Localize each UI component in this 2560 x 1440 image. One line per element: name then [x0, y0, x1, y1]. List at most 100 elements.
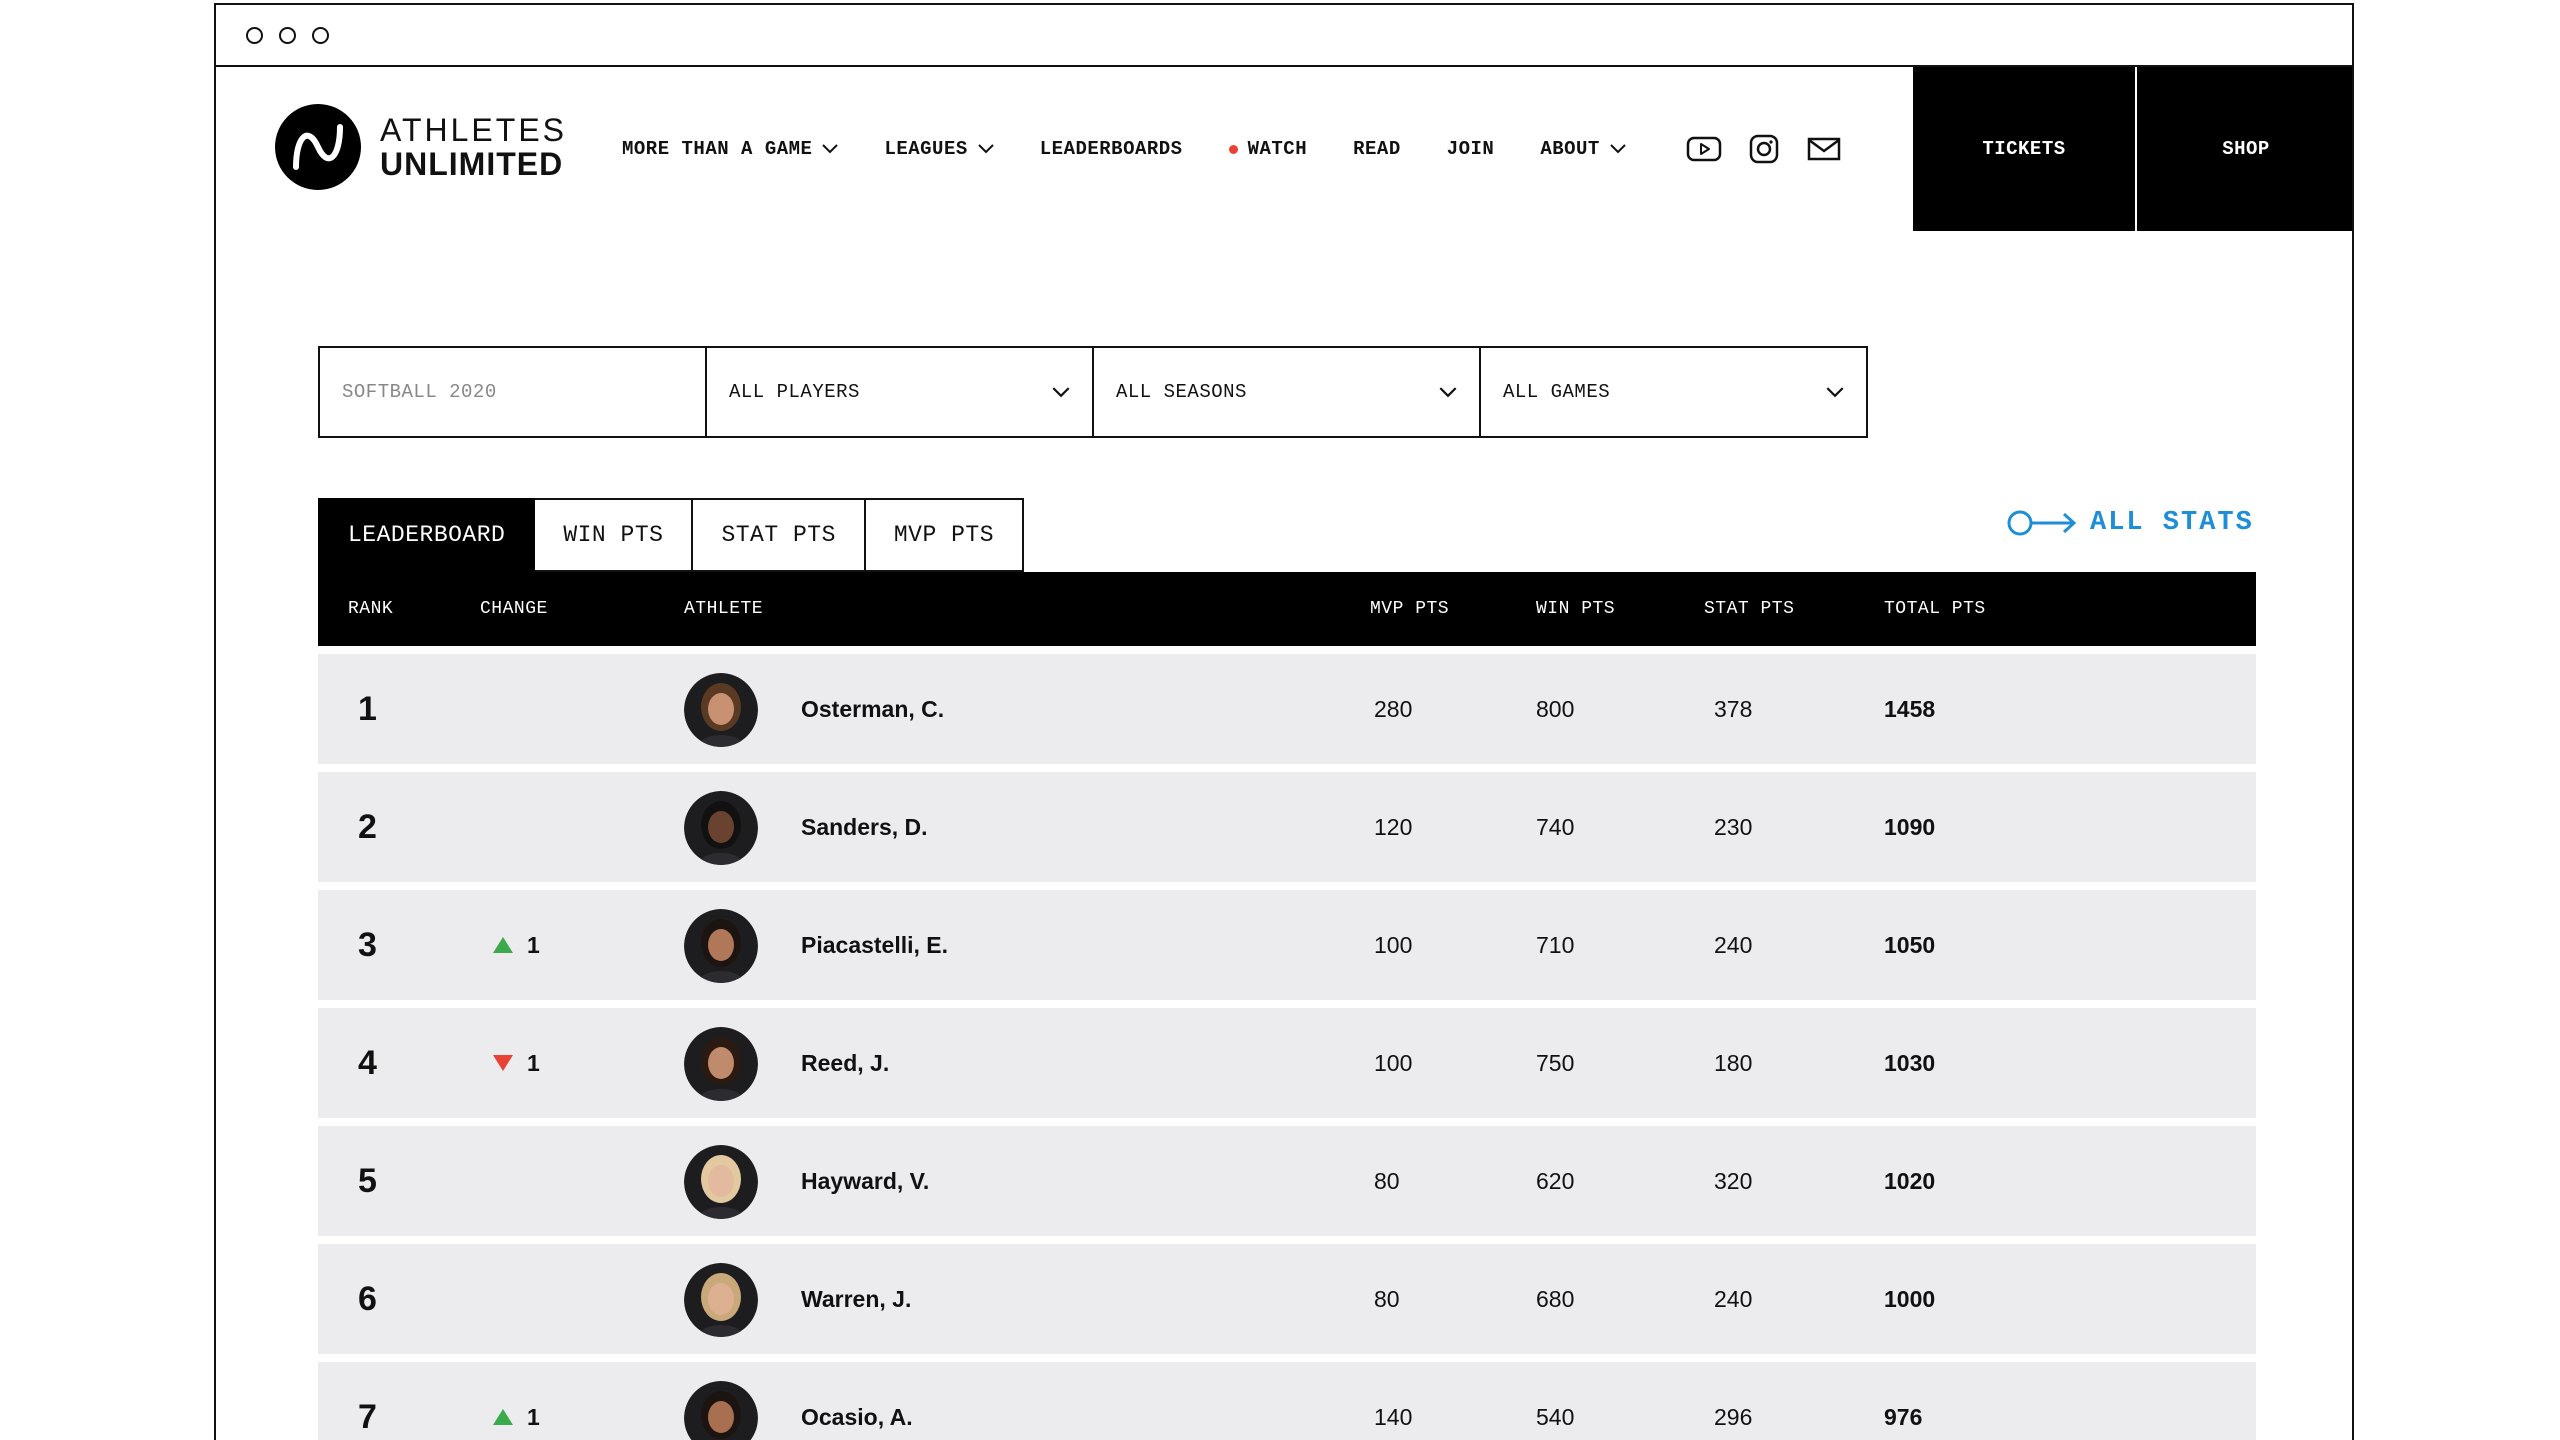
table-row[interactable]: 5 Hayward, V. 80 620 320 1020: [318, 1126, 2256, 1236]
athlete-name[interactable]: Sanders, D.: [801, 772, 928, 882]
table-row[interactable]: 4 1 Reed, J. 100 750 180 1030: [318, 1008, 2256, 1118]
arrow-down-icon: [493, 1055, 513, 1071]
header-win-pts[interactable]: WIN PTS: [1536, 572, 1615, 646]
table-row[interactable]: 7 1 Ocasio, A. 140 540 296 976: [318, 1362, 2256, 1440]
chevron-down-icon: [1052, 386, 1070, 397]
stat-pts-value: 230: [1714, 814, 1753, 840]
nav-about[interactable]: ABOUT: [1540, 138, 1626, 160]
table-row[interactable]: 3 1 Piacastelli, E. 100 710 240 1050: [318, 890, 2256, 1000]
window-control-maximize[interactable]: [312, 26, 329, 44]
athlete-avatar[interactable]: [684, 1381, 758, 1440]
change-value: 1: [527, 932, 540, 958]
tab-win-pts[interactable]: WIN PTS: [535, 498, 694, 572]
nav-label: LEADERBOARDS: [1039, 138, 1183, 160]
tab-stat-pts[interactable]: STAT PTS: [693, 498, 866, 572]
header-change[interactable]: CHANGE: [480, 572, 548, 646]
stat-pts-value: 240: [1714, 932, 1753, 958]
change-indicator: 1: [493, 1008, 540, 1118]
athlete-photo-icon: [684, 791, 758, 865]
athlete-photo-icon: [684, 673, 758, 747]
athlete-name[interactable]: Reed, J.: [801, 1008, 889, 1118]
athlete-name[interactable]: Ocasio, A.: [801, 1362, 913, 1440]
rank-value: 1: [358, 690, 377, 728]
win-pts-value: 740: [1536, 814, 1575, 840]
mail-icon[interactable]: [1806, 134, 1842, 164]
nav-read[interactable]: READ: [1353, 138, 1401, 160]
athlete-avatar[interactable]: [684, 1263, 758, 1337]
athlete-avatar[interactable]: [684, 909, 758, 983]
live-indicator-icon: [1228, 144, 1238, 154]
athlete-avatar[interactable]: [684, 1027, 758, 1101]
athlete-photo-icon: [684, 1263, 758, 1337]
athlete-name[interactable]: Osterman, C.: [801, 654, 944, 764]
arrow-up-icon: [493, 1409, 513, 1425]
rank-value: 2: [358, 808, 377, 846]
athlete-photo-icon: [684, 1381, 758, 1440]
arrow-right-icon: [2007, 510, 2077, 536]
stat-pts-value: 296: [1714, 1404, 1753, 1430]
table-row[interactable]: 1 Osterman, C. 280 800 378 1458: [318, 654, 2256, 764]
win-pts-value: 680: [1536, 1286, 1575, 1312]
table-row[interactable]: 6 Warren, J. 80 680 240 1000: [318, 1244, 2256, 1354]
table-row[interactable]: 2 Sanders, D. 120 740 230 1090: [318, 772, 2256, 882]
athlete-name[interactable]: Piacastelli, E.: [801, 890, 948, 1000]
nav-watch[interactable]: WATCH: [1228, 138, 1308, 160]
shop-button[interactable]: SHOP: [2137, 67, 2352, 231]
athlete-name[interactable]: Hayward, V.: [801, 1126, 929, 1236]
rank-value: 4: [358, 1044, 377, 1082]
tickets-button[interactable]: TICKETS: [1913, 67, 2135, 231]
nav-label: LEAGUES: [884, 138, 968, 160]
header-stat-pts[interactable]: STAT PTS: [1704, 572, 1794, 646]
header-athlete[interactable]: ATHLETE: [684, 572, 763, 646]
brand-line-1: ATHLETES: [380, 112, 567, 148]
header-total-pts[interactable]: TOTAL PTS: [1884, 572, 1986, 646]
nav-join[interactable]: JOIN: [1447, 138, 1495, 160]
athlete-avatar[interactable]: [684, 791, 758, 865]
window-control-close[interactable]: [246, 26, 263, 44]
total-pts-value: 976: [1884, 1404, 1923, 1430]
brand-logo[interactable]: ATHLETES UNLIMITED: [274, 103, 567, 191]
win-pts-value: 710: [1536, 932, 1575, 958]
total-pts-value: 1030: [1884, 1050, 1936, 1076]
nav-label: READ: [1353, 138, 1401, 160]
seasons-dropdown[interactable]: ALL SEASONS: [1094, 348, 1481, 436]
league-filter-value: SOFTBALL 2020: [342, 381, 497, 403]
all-stats-link[interactable]: ALL STATS: [2006, 501, 2254, 545]
total-pts-value: 1458: [1884, 696, 1936, 722]
mvp-pts-value: 280: [1374, 696, 1413, 722]
seasons-dropdown-value: ALL SEASONS: [1116, 381, 1247, 403]
main-menu: MORE THAN A GAME LEAGUES LEADERBOARDS WA…: [622, 67, 1626, 231]
stat-pts-value: 180: [1714, 1050, 1753, 1076]
nav-leaderboards[interactable]: LEADERBOARDS: [1040, 138, 1183, 160]
win-pts-value: 620: [1536, 1168, 1575, 1194]
instagram-icon[interactable]: [1746, 134, 1782, 164]
athlete-name[interactable]: Warren, J.: [801, 1244, 911, 1354]
header-mvp-pts[interactable]: MVP PTS: [1370, 572, 1449, 646]
nav-leagues[interactable]: LEAGUES: [884, 138, 994, 160]
chevron-down-icon: [1610, 144, 1626, 154]
chevron-down-icon: [822, 144, 839, 154]
mvp-pts-value: 80: [1374, 1168, 1400, 1194]
players-dropdown[interactable]: ALL PLAYERS: [707, 348, 1094, 436]
table-header: RANK CHANGE ATHLETE MVP PTS WIN PTS STAT…: [318, 572, 2256, 646]
win-pts-value: 540: [1536, 1404, 1575, 1430]
tab-mvp-pts[interactable]: MVP PTS: [865, 498, 1024, 572]
chevron-down-icon: [1826, 386, 1844, 397]
header-rank[interactable]: RANK: [348, 572, 393, 646]
leaderboard-tabs: LEADERBOARD WIN PTS STAT PTS MVP PTS: [318, 498, 1024, 572]
total-pts-value: 1050: [1884, 932, 1936, 958]
window-chrome: [216, 5, 2352, 67]
athlete-avatar[interactable]: [684, 673, 758, 747]
tab-leaderboard[interactable]: LEADERBOARD: [318, 498, 536, 572]
window-control-minimize[interactable]: [279, 26, 296, 44]
athlete-avatar[interactable]: [684, 1145, 758, 1219]
league-filter: SOFTBALL 2020: [320, 348, 707, 436]
athlete-photo-icon: [684, 1027, 758, 1101]
rank-value: 5: [358, 1162, 377, 1200]
filter-bar: SOFTBALL 2020 ALL PLAYERS ALL SEASONS AL…: [318, 346, 1868, 438]
change-indicator: 1: [493, 890, 540, 1000]
youtube-icon[interactable]: [1686, 134, 1722, 164]
games-dropdown[interactable]: ALL GAMES: [1481, 348, 1866, 436]
athlete-photo-icon: [684, 1145, 758, 1219]
nav-more-than-a-game[interactable]: MORE THAN A GAME: [622, 138, 839, 160]
